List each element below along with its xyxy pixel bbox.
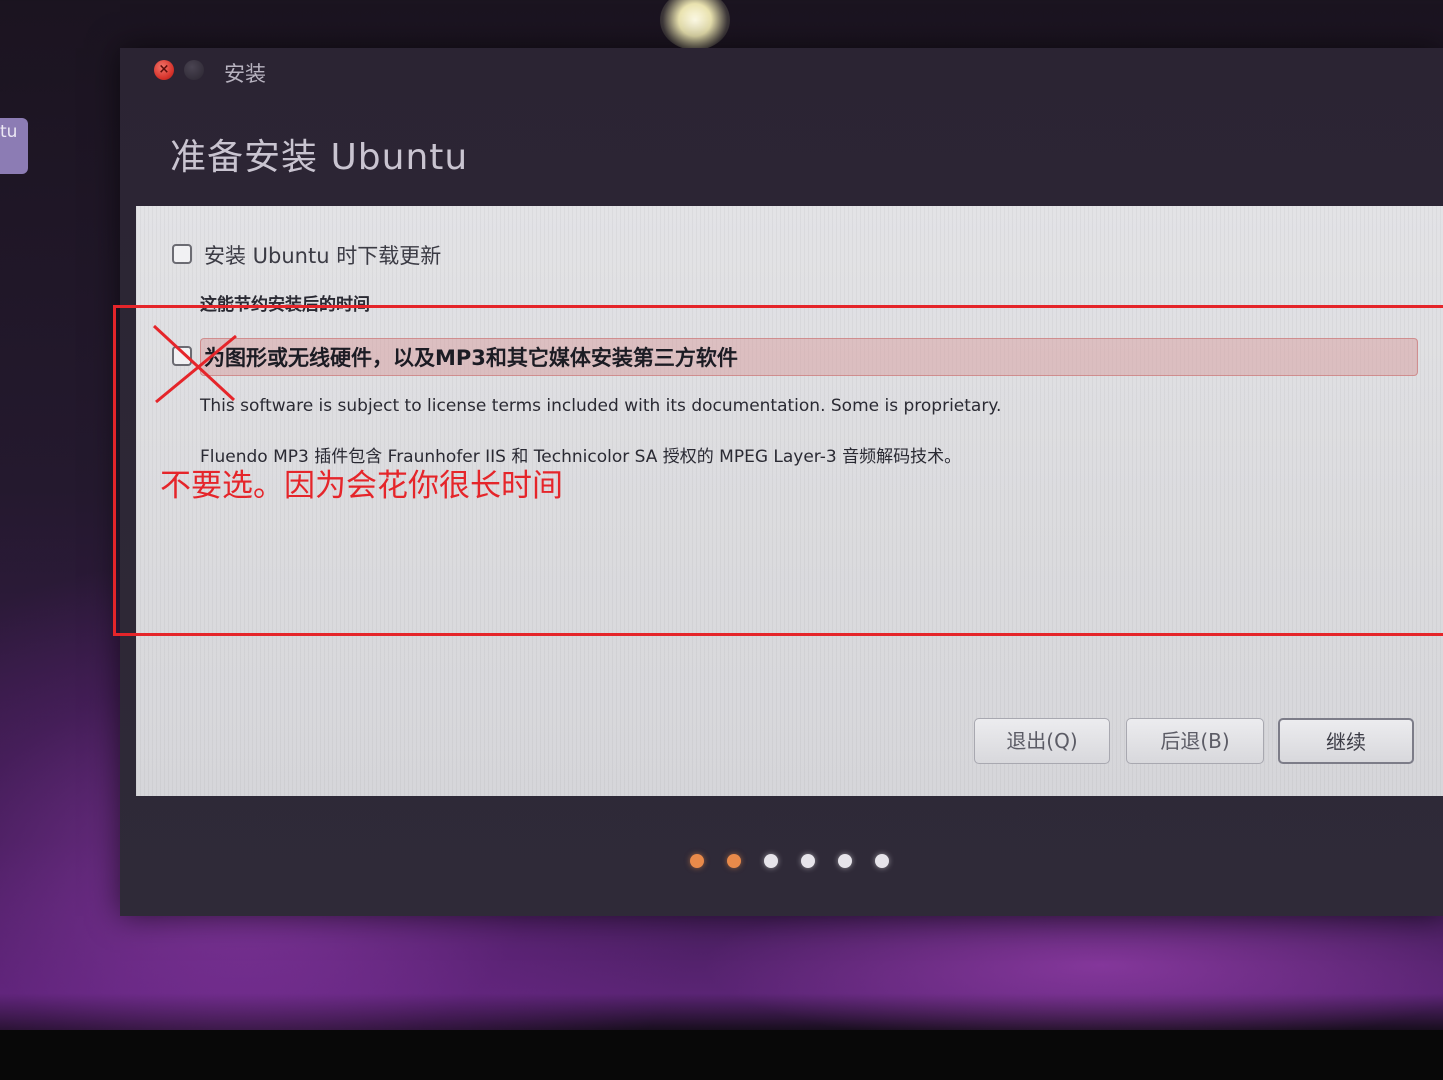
camera-glare <box>660 0 730 50</box>
download-updates-label[interactable]: 安装 Ubuntu 时下载更新 <box>204 240 441 270</box>
download-updates-checkbox[interactable] <box>172 244 192 264</box>
progress-dot <box>875 854 889 868</box>
quit-button[interactable]: 退出(Q) <box>974 718 1110 764</box>
continue-button[interactable]: 继续 <box>1278 718 1414 764</box>
progress-dot <box>838 854 852 868</box>
back-button[interactable]: 后退(B) <box>1126 718 1264 764</box>
progress-dot <box>727 854 741 868</box>
progress-dot <box>801 854 815 868</box>
minimize-icon[interactable] <box>184 60 204 80</box>
launcher-label: tu <box>0 122 18 142</box>
annotation-note: 不要选。因为会花你很长时间 <box>160 468 563 504</box>
screen-bezel <box>0 1030 1443 1080</box>
page-title: 准备安装 Ubuntu <box>170 137 469 178</box>
annotation-cross-icon <box>152 324 237 404</box>
window-title: 安装 <box>224 62 266 86</box>
close-icon[interactable]: × <box>154 60 174 80</box>
launcher-ubuntu-icon[interactable]: tu <box>0 118 28 174</box>
window-titlebar: × 安装 <box>120 48 1443 96</box>
progress-dot <box>764 854 778 868</box>
progress-dot <box>690 854 704 868</box>
